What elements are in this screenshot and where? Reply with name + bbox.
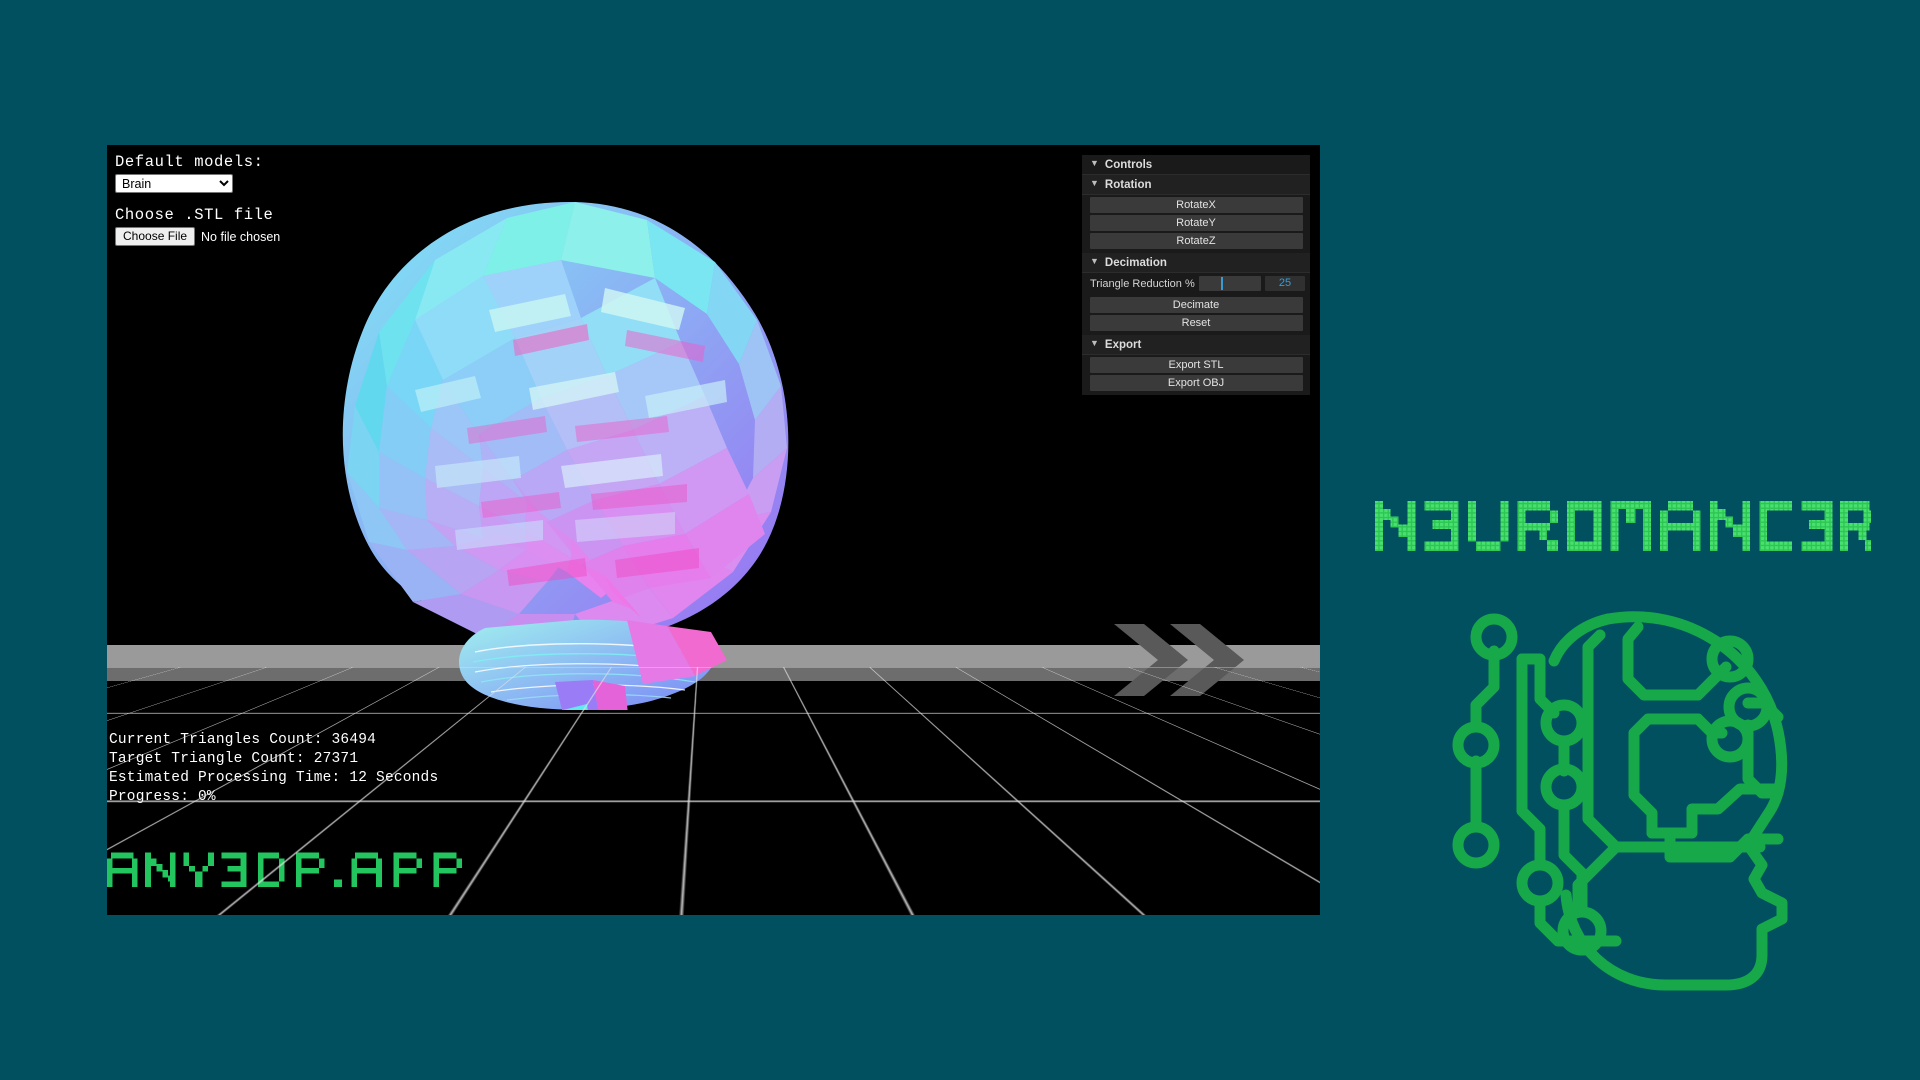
export-stl-button[interactable]: Export STL [1089,357,1303,373]
choose-stl-label: Choose .STL file [115,206,274,224]
triangle-reduction-slider[interactable] [1198,276,1261,291]
triangle-reduction-label: Triangle Reduction % [1090,277,1195,290]
file-input-row: Choose File No file chosen [115,227,280,246]
circuit-head-logo [1452,611,1788,991]
decimate-button[interactable]: Decimate [1089,297,1303,313]
status-readout: Current Triangles Count: 36494 Target Tr… [109,731,438,807]
slider-handle[interactable] [1220,277,1223,290]
progress-text: Progress: 0% [109,789,216,805]
triangle-reduction-row: Triangle Reduction % 25 [1082,273,1310,295]
folder-controls-label: Controls [1104,158,1153,171]
folder-decimation[interactable]: ▼ Decimation [1082,253,1310,273]
double-chevron-icon [1110,620,1260,700]
neuromancer-wordmark [1375,501,1871,551]
default-models-label: Default models: [115,153,264,171]
rotate-z-button[interactable]: RotateZ [1089,233,1303,249]
model-loader-form: Default models: Brain Choose .STL file C… [115,153,280,246]
controls-panel: ▼ Controls ▼ Rotation RotateX RotateY Ro… [1082,155,1310,395]
file-status-text: No file chosen [201,229,281,244]
chevron-down-icon: ▼ [1090,338,1099,348]
rotate-y-button[interactable]: RotateY [1089,215,1303,231]
current-triangle-count: Current Triangles Count: 36494 [109,732,377,748]
chevron-down-icon: ▼ [1090,178,1099,188]
brain-model[interactable] [275,190,815,710]
folder-controls[interactable]: ▼ Controls [1082,155,1310,175]
target-triangle-count: Target Triangle Count: 27371 [109,751,359,767]
chevron-down-icon: ▼ [1090,256,1099,266]
any3dp-app-window: Default models: Brain Choose .STL file C… [107,145,1320,915]
export-obj-button[interactable]: Export OBJ [1089,375,1303,391]
screen: Default models: Brain Choose .STL file C… [0,0,1920,1080]
folder-export-label: Export [1104,338,1142,351]
any3dp-watermark [107,845,481,887]
neuromancer-brand [1375,495,1885,991]
folder-decimation-label: Decimation [1104,256,1167,269]
estimated-processing-time: Estimated Processing Time: 12 Seconds [109,770,439,786]
folder-rotation-label: Rotation [1104,178,1152,191]
rotate-x-button[interactable]: RotateX [1089,197,1303,213]
choose-file-button[interactable]: Choose File [115,227,196,246]
folder-rotation[interactable]: ▼ Rotation [1082,175,1310,195]
folder-export[interactable]: ▼ Export [1082,335,1310,355]
triangle-reduction-value[interactable]: 25 [1265,276,1305,291]
reset-button[interactable]: Reset [1089,315,1303,331]
default-model-select[interactable]: Brain [115,174,233,193]
chevron-down-icon: ▼ [1090,158,1099,168]
